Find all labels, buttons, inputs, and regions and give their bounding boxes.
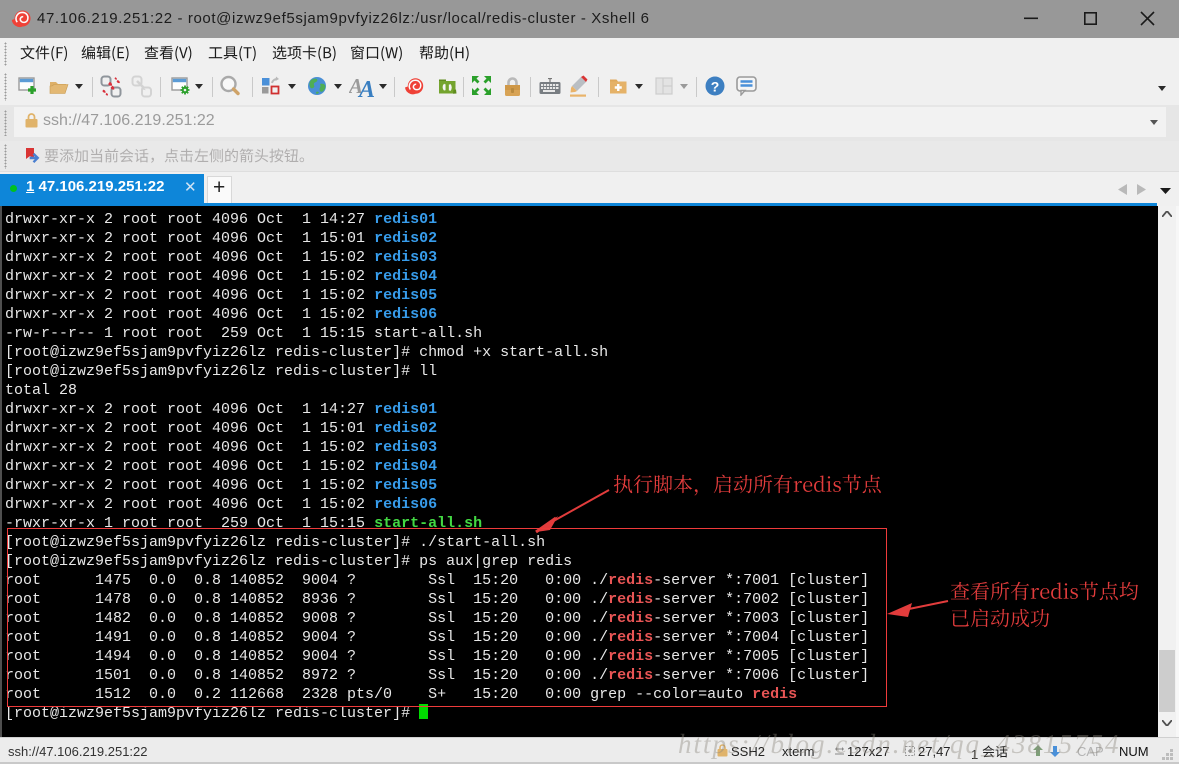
svg-text:?: ? (711, 79, 720, 95)
svg-text:A: A (357, 77, 375, 99)
